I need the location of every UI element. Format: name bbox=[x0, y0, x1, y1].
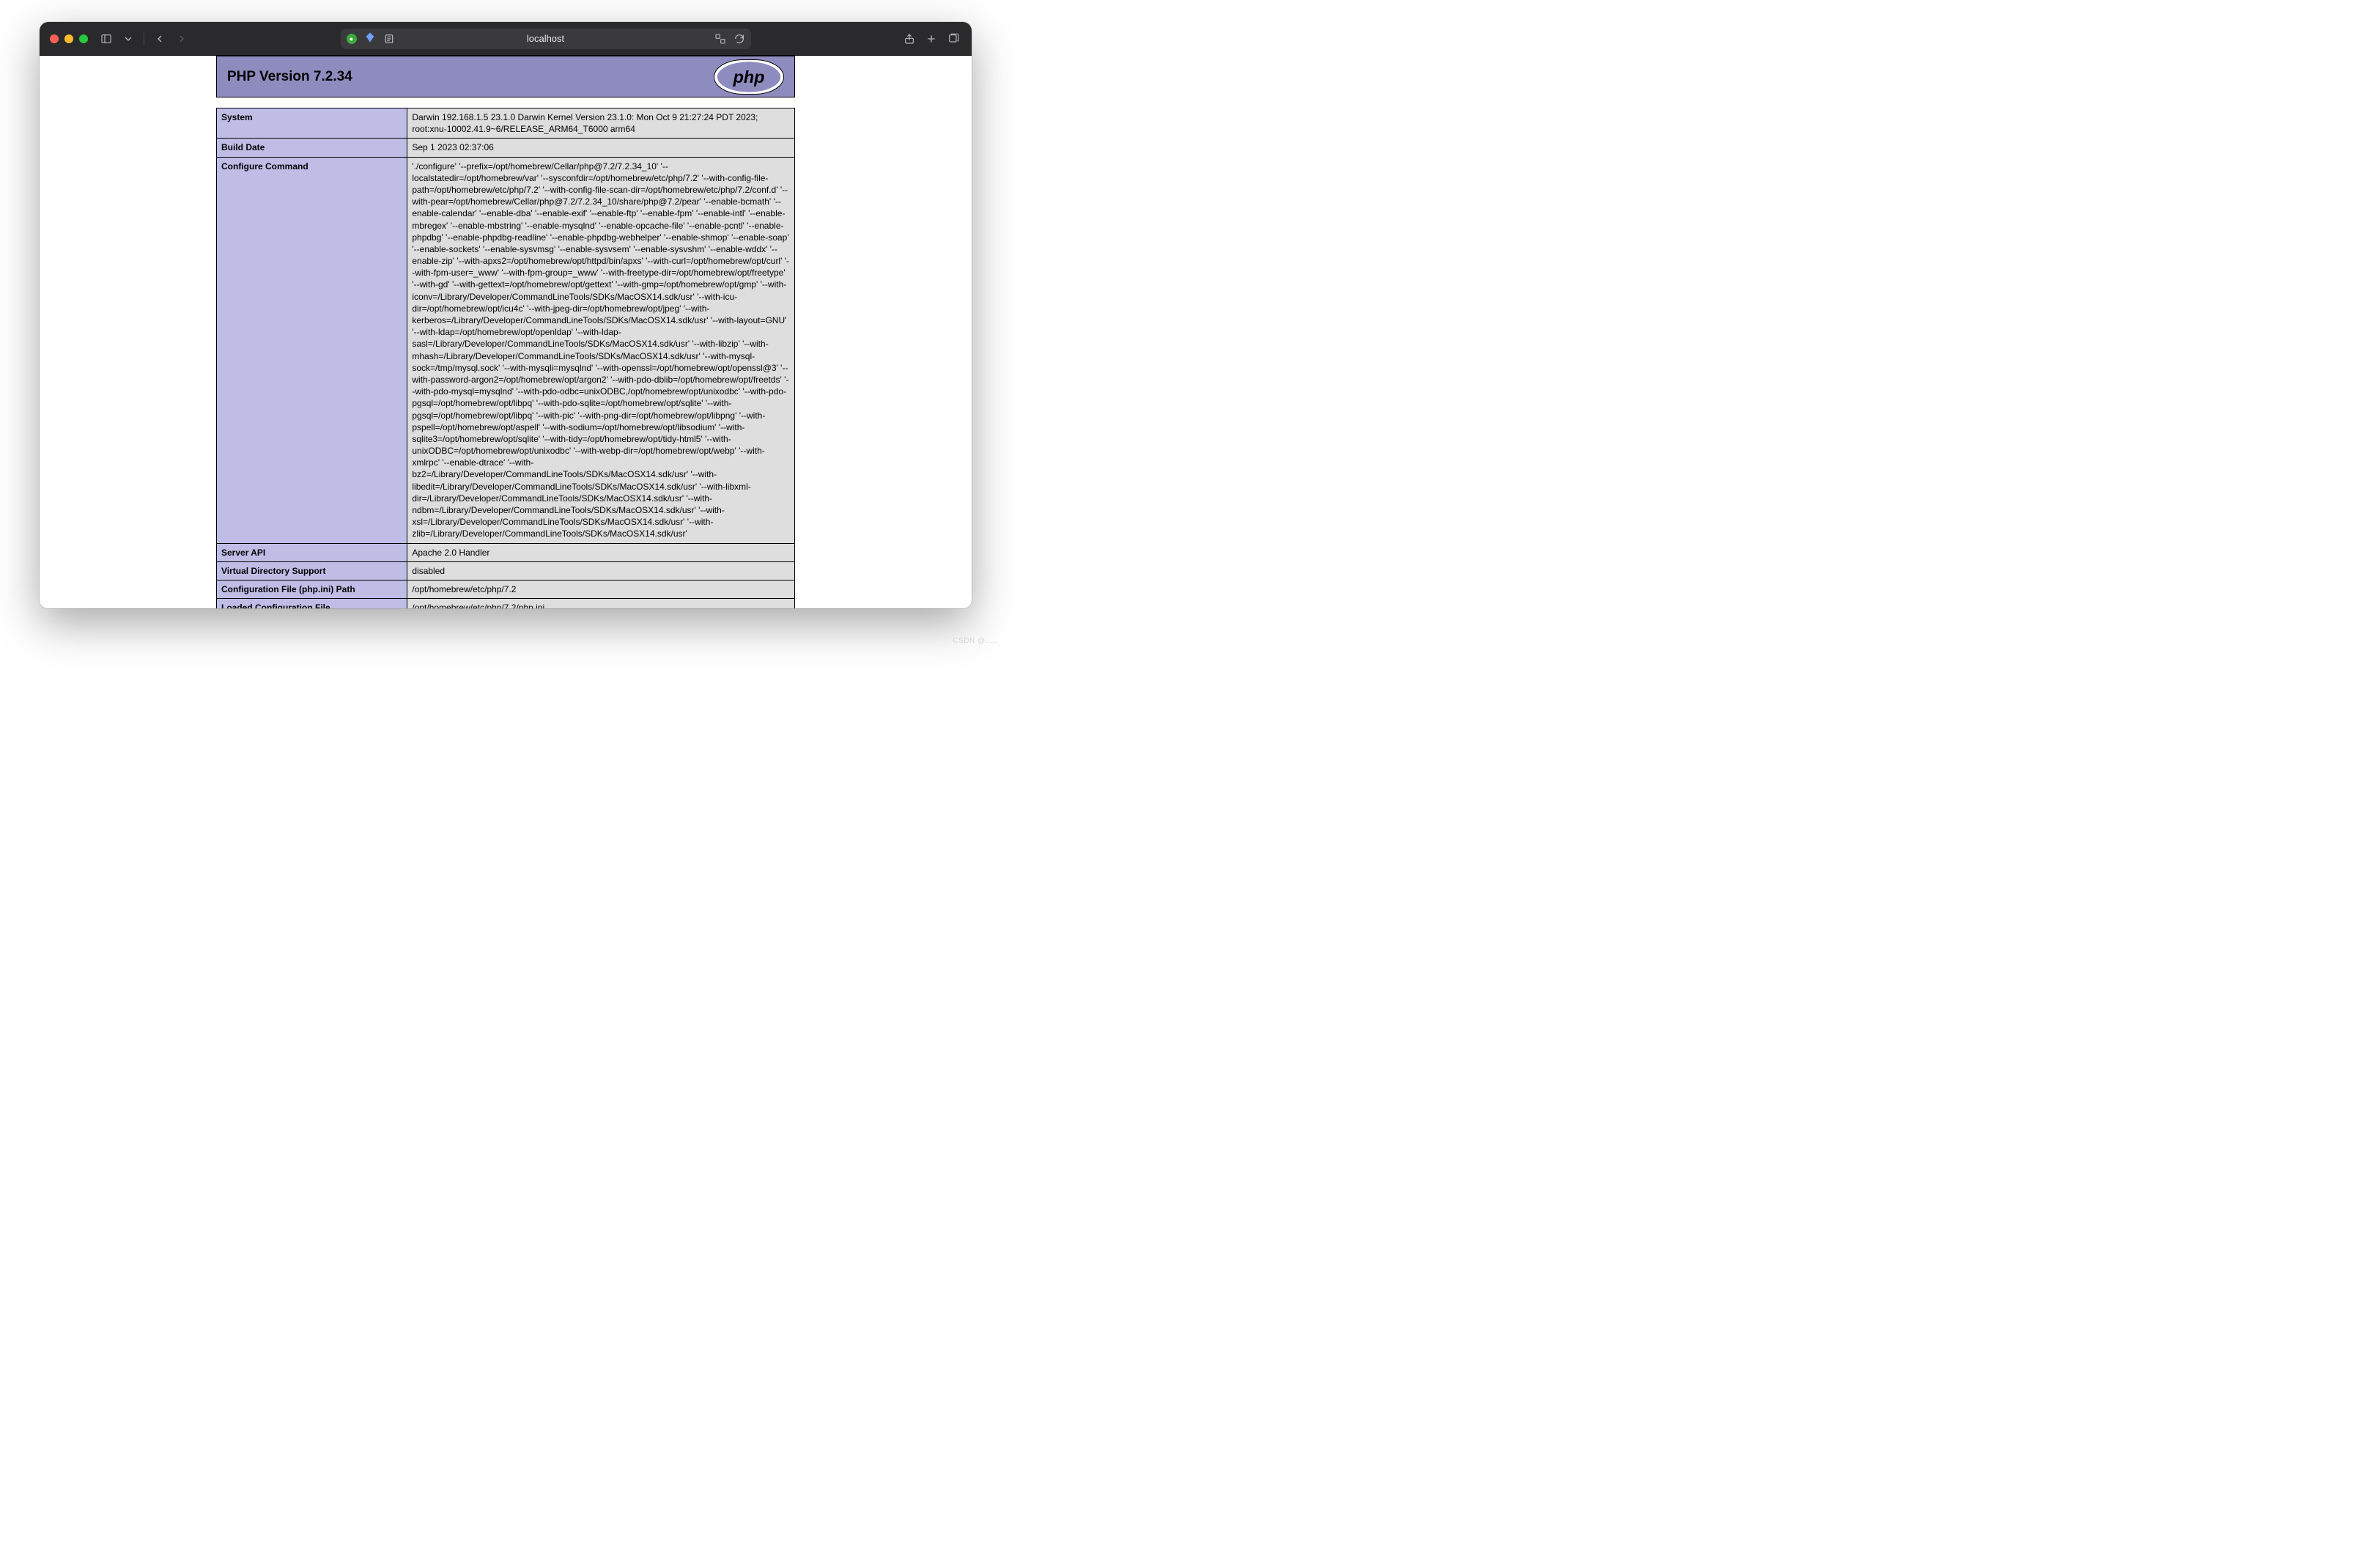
table-row: Server APIApache 2.0 Handler bbox=[217, 543, 795, 561]
table-row: Build DateSep 1 2023 02:37:06 bbox=[217, 139, 795, 157]
forward-button[interactable] bbox=[174, 31, 190, 47]
address-bar[interactable]: ● localhost bbox=[341, 29, 751, 49]
phpinfo-key: System bbox=[217, 108, 407, 139]
phpinfo-key: Build Date bbox=[217, 139, 407, 157]
phpinfo-key: Loaded Configuration File bbox=[217, 599, 407, 608]
phpinfo-header: PHP Version 7.2.34 php bbox=[216, 56, 795, 97]
phpinfo-value: disabled bbox=[407, 561, 795, 580]
minimize-window-button[interactable] bbox=[64, 34, 73, 43]
phpinfo-key: Configuration File (php.ini) Path bbox=[217, 580, 407, 598]
phpinfo-key: Virtual Directory Support bbox=[217, 561, 407, 580]
table-row: Loaded Configuration File/opt/homebrew/e… bbox=[217, 599, 795, 608]
back-button[interactable] bbox=[152, 31, 168, 47]
table-row: SystemDarwin 192.168.1.5 23.1.0 Darwin K… bbox=[217, 108, 795, 139]
phpinfo-table: SystemDarwin 192.168.1.5 23.1.0 Darwin K… bbox=[216, 108, 795, 608]
reload-button[interactable] bbox=[733, 33, 745, 45]
browser-titlebar: ● localhost bbox=[40, 22, 972, 56]
new-tab-button[interactable] bbox=[923, 31, 939, 47]
browser-window: ● localhost bbox=[40, 22, 972, 608]
privacy-report-icon[interactable] bbox=[364, 32, 376, 45]
table-row: Configuration File (php.ini) Path/opt/ho… bbox=[217, 580, 795, 598]
php-logo: php bbox=[714, 59, 784, 95]
window-controls bbox=[50, 34, 88, 43]
phpinfo-value: /opt/homebrew/etc/php/7.2/php.ini bbox=[407, 599, 795, 608]
php-version-title: PHP Version 7.2.34 bbox=[227, 69, 352, 85]
chevron-down-icon[interactable] bbox=[120, 31, 136, 47]
phpinfo-value: Apache 2.0 Handler bbox=[407, 543, 795, 561]
close-window-button[interactable] bbox=[50, 34, 59, 43]
phpinfo-value: Darwin 192.168.1.5 23.1.0 Darwin Kernel … bbox=[407, 108, 795, 139]
svg-text:php: php bbox=[733, 67, 765, 86]
address-bar-url: localhost bbox=[341, 33, 751, 44]
reader-mode-icon[interactable] bbox=[383, 33, 395, 45]
maximize-window-button[interactable] bbox=[79, 34, 88, 43]
site-extension-badge-icon[interactable]: ● bbox=[347, 34, 357, 44]
table-row: Virtual Directory Supportdisabled bbox=[217, 561, 795, 580]
table-row: Configure Command'./configure' '--prefix… bbox=[217, 157, 795, 543]
phpinfo-value: Sep 1 2023 02:37:06 bbox=[407, 139, 795, 157]
phpinfo-key: Server API bbox=[217, 543, 407, 561]
watermark-text: CSDN @..... bbox=[953, 637, 997, 645]
browser-viewport[interactable]: PHP Version 7.2.34 php SystemDarwin 192.… bbox=[40, 56, 972, 608]
phpinfo-key: Configure Command bbox=[217, 157, 407, 543]
tab-overview-button[interactable] bbox=[945, 31, 961, 47]
share-button[interactable] bbox=[901, 31, 917, 47]
sidebar-toggle-button[interactable] bbox=[98, 31, 114, 47]
phpinfo-value: './configure' '--prefix=/opt/homebrew/Ce… bbox=[407, 157, 795, 543]
translate-icon[interactable] bbox=[714, 33, 726, 45]
phpinfo-value: /opt/homebrew/etc/php/7.2 bbox=[407, 580, 795, 598]
